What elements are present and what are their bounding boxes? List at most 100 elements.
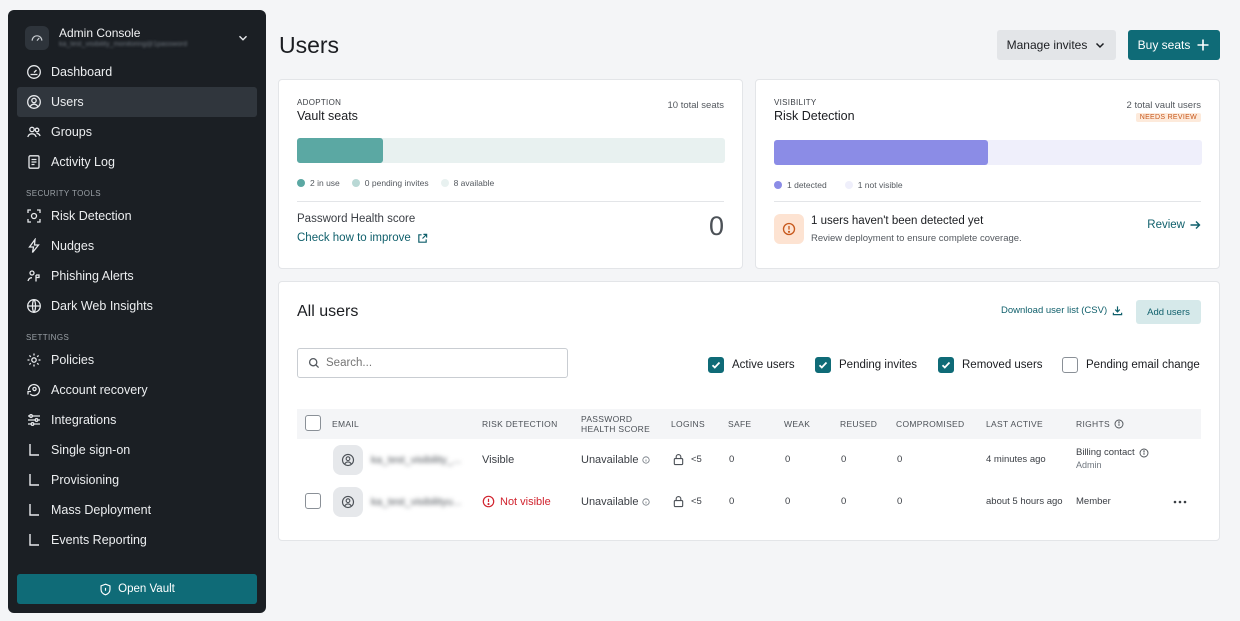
- document-icon: [28, 155, 40, 169]
- checkbox-checked-icon[interactable]: [938, 357, 954, 373]
- user-email[interactable]: ka_test_visibilityu...: [371, 496, 461, 508]
- sidebar-item-account-recovery[interactable]: Account recovery: [17, 375, 257, 405]
- available-dot: [440, 179, 449, 187]
- col-safe: SAFE: [728, 419, 752, 429]
- col-password-health-line2: HEALTH SCORE: [581, 424, 651, 434]
- search-box[interactable]: [297, 348, 568, 378]
- col-compromised: COMPROMISED: [896, 419, 965, 429]
- checkbox-unchecked-icon[interactable]: [1062, 357, 1078, 373]
- filter-label: Removed users: [962, 359, 1043, 371]
- compromised-count: 0: [897, 454, 903, 465]
- health-score-label: Password Health score: [297, 213, 416, 225]
- filter-pending-email-change[interactable]: Pending email change: [1062, 357, 1200, 373]
- risk-status: Visible: [482, 454, 515, 466]
- avatar: [333, 487, 363, 517]
- sidebar-item-phishing-alerts[interactable]: Phishing Alerts: [17, 261, 257, 291]
- alert-subtitle: Review deployment to ensure complete cov…: [811, 233, 1022, 244]
- col-weak: WEAK: [784, 419, 811, 429]
- check-improve-label: Check how to improve: [297, 232, 411, 244]
- sidebar-item-label: Single sign-on: [51, 443, 131, 457]
- manage-invites-button[interactable]: Manage invites: [997, 30, 1116, 60]
- info-icon[interactable]: [642, 456, 651, 464]
- user-email[interactable]: ka_test_visibility_...: [371, 454, 461, 466]
- checkbox-checked-icon[interactable]: [708, 357, 724, 373]
- info-icon[interactable]: [642, 498, 651, 506]
- chevron-down-icon: [1096, 42, 1105, 49]
- total-vault-users: 2 total vault users: [1126, 100, 1201, 111]
- total-seats: 10 total seats: [667, 100, 724, 111]
- sidebar-item-nudges[interactable]: Nudges: [17, 231, 257, 261]
- globe-icon: [27, 299, 41, 313]
- legend-pending: 0 pending invites: [364, 178, 429, 188]
- sidebar-item-dashboard[interactable]: Dashboard: [17, 57, 257, 87]
- avatar: [333, 445, 363, 475]
- visibility-title: Risk Detection: [774, 109, 855, 123]
- buy-seats-button[interactable]: Buy seats: [1128, 30, 1220, 60]
- filter-active-users[interactable]: Active users: [708, 357, 795, 373]
- sidebar-item-integrations[interactable]: Integrations: [17, 405, 257, 435]
- section-settings: SETTINGS: [26, 332, 70, 342]
- user-circle-icon: [341, 495, 355, 509]
- weak-count: 0: [785, 454, 791, 465]
- sidebar: Admin Console ka_test_visibility_monitor…: [8, 10, 266, 613]
- sidebar-item-events-reporting[interactable]: Events Reporting: [17, 525, 257, 555]
- health-status-label: Unavailable: [581, 496, 639, 508]
- sidebar-item-users[interactable]: Users: [17, 87, 257, 117]
- section-security-tools: SECURITY TOOLS: [26, 188, 101, 198]
- more-options-icon[interactable]: [1172, 494, 1188, 510]
- health-status-label: Unavailable: [581, 454, 639, 466]
- sidebar-item-label: Provisioning: [51, 473, 120, 487]
- review-label: Review: [1147, 219, 1185, 231]
- all-users-card: All users Download user list (CSV) Add u…: [278, 281, 1220, 541]
- lock-icon: [673, 496, 684, 508]
- compromised-count: 0: [897, 496, 903, 507]
- sidebar-item-label: Mass Deployment: [51, 503, 152, 517]
- recovery-icon: [27, 383, 41, 397]
- health-status: Unavailable: [581, 496, 651, 508]
- sidebar-item-risk-detection[interactable]: Risk Detection: [17, 201, 257, 231]
- alert-title: 1 users haven't been detected yet: [811, 215, 984, 227]
- logins-count: <5: [672, 453, 702, 466]
- sidebar-item-mass-deployment[interactable]: Mass Deployment: [17, 495, 257, 525]
- col-logins: LOGINS: [671, 419, 705, 429]
- adoption-title: Vault seats: [297, 109, 358, 123]
- sidebar-item-provisioning[interactable]: Provisioning: [17, 465, 257, 495]
- risk-status-label: Not visible: [500, 495, 551, 508]
- last-active: 4 minutes ago: [986, 454, 1046, 465]
- download-csv-link[interactable]: Download user list (CSV): [1001, 305, 1123, 316]
- info-icon[interactable]: [1114, 419, 1124, 429]
- sidebar-item-label: Dark Web Insights: [51, 299, 153, 313]
- row-checkbox[interactable]: [305, 493, 321, 509]
- sidebar-item-activity-log[interactable]: Activity Log: [17, 147, 257, 177]
- checkbox-checked-icon[interactable]: [815, 357, 831, 373]
- review-link[interactable]: Review: [1147, 219, 1201, 231]
- logins-value: <5: [691, 454, 702, 465]
- sliders-icon: [28, 414, 40, 426]
- col-last-active: LAST ACTIVE: [986, 419, 1043, 429]
- safe-count: 0: [729, 454, 735, 465]
- needs-review-badge: NEEDS REVIEW: [1135, 113, 1201, 122]
- rights: Member: [1076, 496, 1111, 507]
- sidebar-item-dark-web-insights[interactable]: Dark Web Insights: [17, 291, 257, 321]
- filter-removed-users[interactable]: Removed users: [938, 357, 1043, 373]
- visibility-bar-fill: [774, 140, 988, 165]
- account-switcher[interactable]: Admin Console ka_test_visibility_monitor…: [25, 24, 250, 52]
- filter-pending-invites[interactable]: Pending invites: [815, 357, 917, 373]
- info-icon[interactable]: [1139, 448, 1149, 458]
- group-icon: [27, 126, 41, 138]
- add-users-button[interactable]: Add users: [1136, 300, 1201, 324]
- sidebar-item-policies[interactable]: Policies: [17, 345, 257, 375]
- check-improve-link[interactable]: Check how to improve: [297, 232, 428, 244]
- legend-not-visible: 1 not visible: [857, 180, 903, 190]
- sidebar-item-label: Events Reporting: [51, 533, 147, 547]
- legend-detected: 1 detected: [787, 180, 827, 190]
- select-all-checkbox[interactable]: [305, 415, 321, 431]
- seats-legend: 2 in use 0 pending invites 8 available: [297, 178, 506, 188]
- account-title: Admin Console: [59, 26, 141, 40]
- open-vault-button[interactable]: Open Vault: [17, 574, 257, 604]
- seats-bar-fill: [297, 138, 383, 163]
- search-input[interactable]: [326, 357, 556, 369]
- sidebar-item-label: Integrations: [51, 413, 117, 427]
- sidebar-item-single-sign-on[interactable]: Single sign-on: [17, 435, 257, 465]
- sidebar-item-groups[interactable]: Groups: [17, 117, 257, 147]
